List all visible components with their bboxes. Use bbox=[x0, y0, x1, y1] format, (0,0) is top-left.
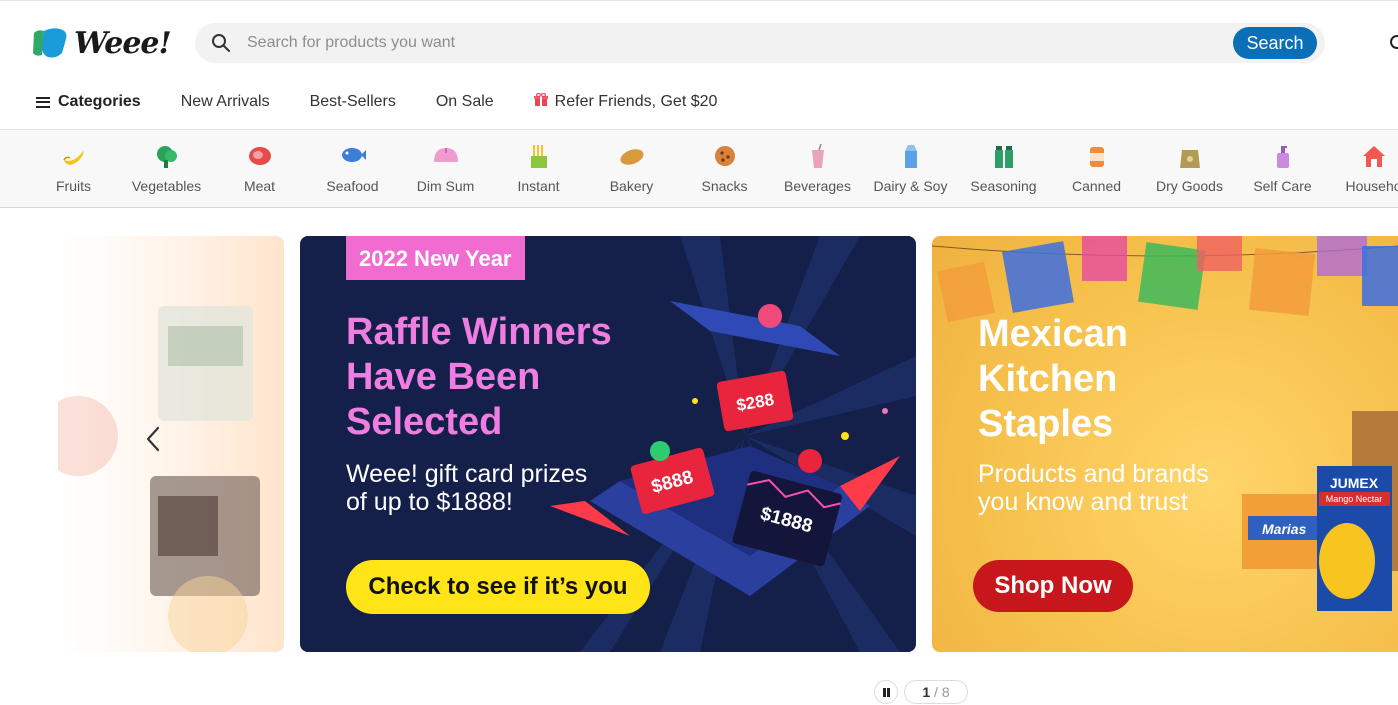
categories-label: Categories bbox=[58, 93, 141, 110]
product-label-mango-nectar: Mango Nectar bbox=[1326, 494, 1383, 504]
pager-total: 8 bbox=[941, 684, 950, 700]
bag-icon bbox=[1179, 150, 1200, 168]
category-dairy-soy[interactable]: Dairy & Soy bbox=[864, 142, 957, 194]
mexican-headline: Mexican Kitchen Staples bbox=[978, 313, 1128, 445]
category-canned[interactable]: Canned bbox=[1050, 142, 1143, 194]
hamburger-icon bbox=[36, 96, 50, 108]
pager-current: 1 bbox=[922, 684, 931, 700]
can-icon bbox=[1089, 147, 1104, 167]
logo-icon bbox=[33, 28, 67, 58]
gift-icon bbox=[533, 93, 548, 106]
category-vegetables[interactable]: Vegetables bbox=[120, 142, 213, 194]
category-fruits[interactable]: Fruits bbox=[27, 142, 120, 194]
bread-icon bbox=[619, 149, 644, 165]
weee-logo[interactable]: Weee! bbox=[30, 22, 172, 64]
pump-bottle-icon bbox=[1276, 146, 1289, 168]
banana-icon bbox=[62, 150, 84, 165]
vegetable-icon bbox=[156, 146, 177, 168]
drink-icon bbox=[811, 143, 824, 168]
raffle-banner[interactable]: $288 $888 $1888 2022 New Year Raffle Win… bbox=[300, 236, 916, 652]
noodle-packs-image bbox=[58, 306, 260, 652]
main-nav: Categories New Arrivals Best-Sellers On … bbox=[36, 86, 717, 118]
account-icon[interactable] bbox=[1390, 35, 1398, 49]
chevron-left-icon[interactable] bbox=[142, 424, 164, 454]
check-winner-button[interactable]: Check to see if it’s you bbox=[346, 560, 650, 614]
search-bar: Search bbox=[195, 23, 1325, 63]
categories-menu-button[interactable]: Categories bbox=[36, 93, 141, 111]
category-strip: Fruits Vegetables Meat Seafood Dim Sum I… bbox=[0, 130, 1398, 208]
new-year-tag: 2022 New Year bbox=[346, 236, 525, 280]
product-label-jumex: JUMEX bbox=[1330, 475, 1379, 491]
category-beverages[interactable]: Beverages bbox=[771, 142, 864, 194]
category-dim-sum[interactable]: Dim Sum bbox=[399, 142, 492, 194]
bun-icon bbox=[433, 148, 458, 162]
raffle-headline: Raffle Winners Have Been Selected bbox=[346, 311, 612, 443]
pager-separator: / bbox=[930, 684, 942, 700]
raffle-subtitle: Weee! gift card prizes of up to $1888! bbox=[346, 460, 588, 516]
category-household[interactable]: Househo bbox=[1327, 142, 1398, 194]
product-label-marias: Marias bbox=[1262, 521, 1307, 537]
category-bakery[interactable]: Bakery bbox=[585, 142, 678, 194]
nav-refer-friends[interactable]: Refer Friends, Get $20 bbox=[533, 93, 718, 111]
refer-friends-label: Refer Friends, Get $20 bbox=[554, 93, 718, 110]
nav-best-sellers[interactable]: Best-Sellers bbox=[310, 93, 396, 111]
top-border bbox=[0, 0, 1398, 3]
cookie-icon bbox=[714, 146, 735, 166]
search-icon bbox=[212, 34, 230, 52]
category-instant[interactable]: Instant bbox=[492, 142, 585, 194]
logo-text: Weee! bbox=[74, 25, 172, 61]
house-icon bbox=[1362, 146, 1385, 167]
search-input[interactable] bbox=[247, 34, 1197, 52]
mexican-subtitle: Products and brands you know and trust bbox=[978, 460, 1209, 516]
category-meat[interactable]: Meat bbox=[213, 142, 306, 194]
noodles-icon bbox=[530, 145, 547, 168]
category-seasoning[interactable]: Seasoning bbox=[957, 142, 1050, 194]
category-dry-goods[interactable]: Dry Goods bbox=[1143, 142, 1236, 194]
nav-on-sale[interactable]: On Sale bbox=[436, 93, 494, 111]
previous-banner[interactable] bbox=[58, 236, 284, 652]
meat-icon bbox=[248, 147, 271, 165]
pause-carousel-button[interactable] bbox=[874, 680, 898, 704]
bottles-icon bbox=[994, 146, 1013, 168]
category-snacks[interactable]: Snacks bbox=[678, 142, 771, 194]
shop-now-button[interactable]: Shop Now bbox=[973, 560, 1133, 612]
search-button[interactable]: Search bbox=[1233, 27, 1317, 59]
category-self-care[interactable]: Self Care bbox=[1236, 142, 1329, 194]
carousel-pager: 1 / 8 bbox=[904, 680, 968, 704]
nav-new-arrivals[interactable]: New Arrivals bbox=[181, 93, 270, 111]
fish-icon bbox=[341, 148, 366, 162]
milk-icon bbox=[904, 145, 917, 168]
mexican-staples-banner[interactable]: Marias JUMEX Mango Nectar Mexican Kitche… bbox=[932, 236, 1398, 652]
category-seafood[interactable]: Seafood bbox=[306, 142, 399, 194]
